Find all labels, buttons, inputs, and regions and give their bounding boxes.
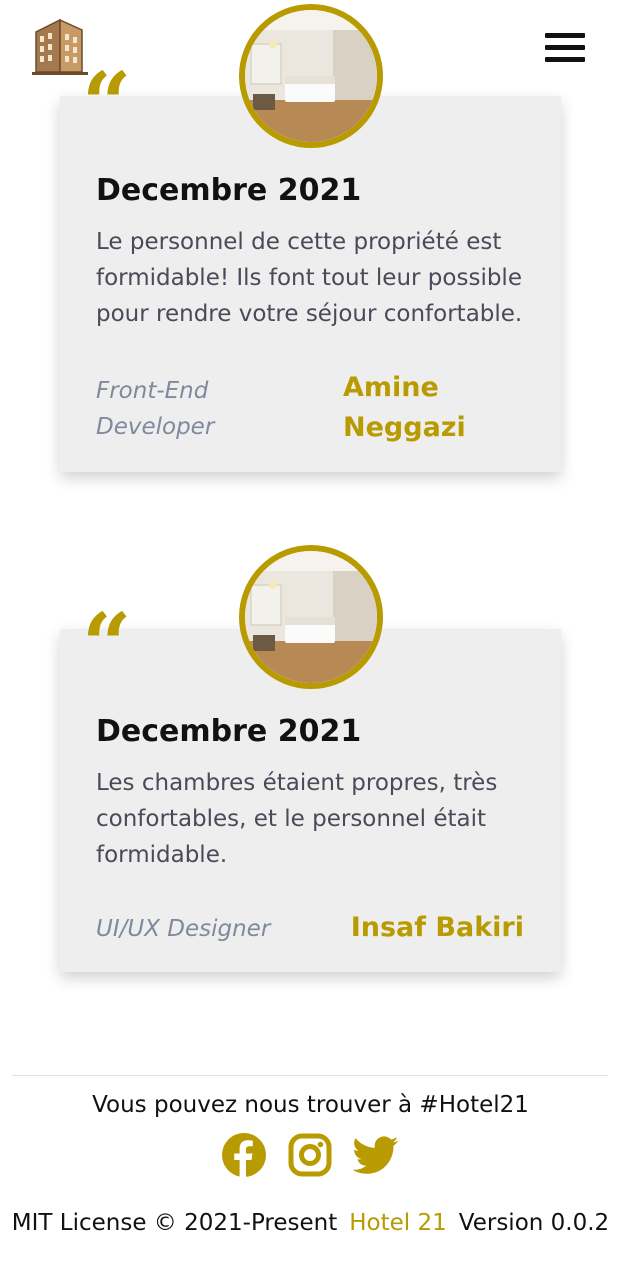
testimonial-text: Les chambres étaient propres, très confo…	[96, 770, 498, 868]
testimonial-date: Decembre 2021	[96, 173, 362, 208]
instagram-icon[interactable]	[287, 1132, 333, 1178]
testimonial-role: Front-End Developer	[96, 378, 215, 440]
testimonial-date: Decembre 2021	[96, 714, 362, 749]
version-text: Version 0.0.2	[458, 1210, 610, 1236]
building-logo-icon[interactable]	[30, 16, 90, 78]
find-us-text: Vous pouvez nous trouver à #Hotel21	[92, 1092, 529, 1118]
license-line: MIT License © 2021-Present Hotel 21 Versio…	[0, 1210, 621, 1236]
quote-icon: “	[82, 595, 132, 696]
testimonial-role: UI/UX Designer	[96, 916, 271, 942]
quote-icon: “	[82, 54, 132, 155]
twitter-icon[interactable]	[352, 1132, 399, 1178]
testimonial-author: Amine Neggazi	[343, 372, 466, 443]
hotel-room-photo	[239, 545, 383, 689]
testimonial-author: Insaf Bakiri	[350, 912, 524, 943]
hotel-room-photo	[239, 4, 383, 148]
license-text: MIT License © 2021-Present	[11, 1210, 338, 1236]
facebook-icon[interactable]	[221, 1132, 267, 1178]
hamburger-menu-icon[interactable]	[545, 33, 585, 64]
brand-link[interactable]: Hotel 21	[349, 1210, 447, 1236]
testimonial-text: Le personnel de cette propriété est form…	[96, 229, 523, 327]
footer-divider	[12, 1075, 608, 1076]
